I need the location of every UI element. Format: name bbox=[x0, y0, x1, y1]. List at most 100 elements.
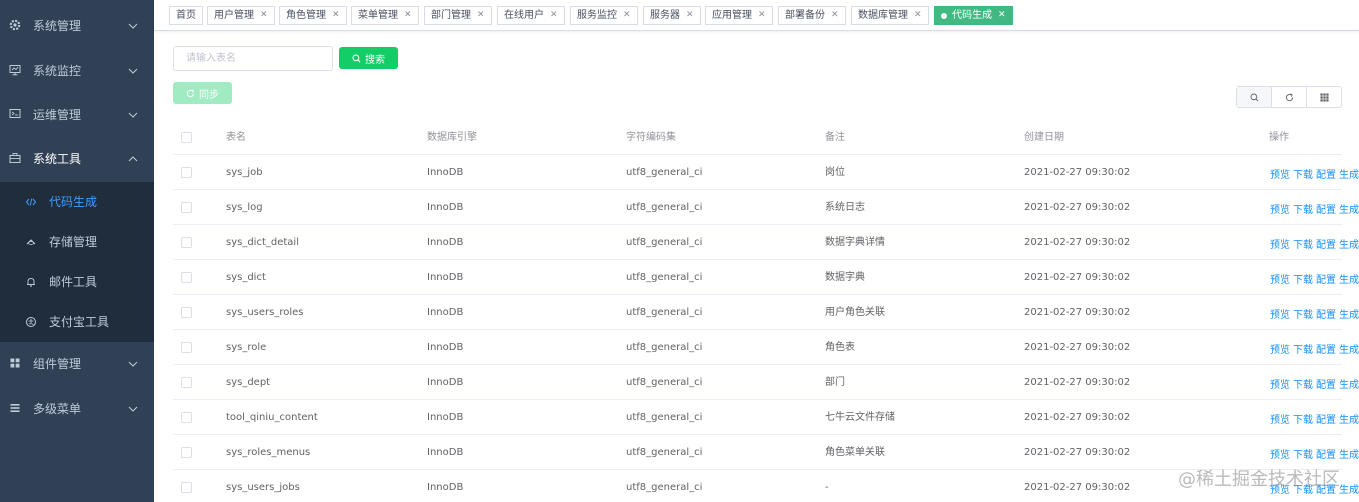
row-checkbox[interactable] bbox=[181, 447, 192, 458]
select-all-checkbox[interactable] bbox=[181, 132, 192, 143]
tag-label: 数据库管理 bbox=[858, 10, 908, 21]
configure-link[interactable]: 配置 bbox=[1316, 240, 1336, 251]
tag-online-users[interactable]: 在线用户 ✕ bbox=[497, 6, 565, 25]
close-icon[interactable]: ✕ bbox=[998, 7, 1006, 24]
search-button-label: 搜索 bbox=[365, 54, 385, 66]
columns-button[interactable] bbox=[1306, 87, 1341, 107]
download-link[interactable]: 下载 bbox=[1293, 380, 1313, 391]
close-icon[interactable]: ✕ bbox=[758, 7, 766, 24]
sidebar-item-component-management[interactable]: 组件管理 bbox=[0, 342, 154, 386]
preview-link[interactable]: 预览 bbox=[1270, 205, 1290, 216]
close-icon[interactable]: ✕ bbox=[623, 7, 631, 24]
tag-role-management[interactable]: 角色管理 ✕ bbox=[279, 6, 347, 25]
row-checkbox[interactable] bbox=[181, 167, 192, 178]
sidebar-item-label: 代码生成 bbox=[49, 195, 98, 209]
configure-link[interactable]: 配置 bbox=[1316, 380, 1336, 391]
preview-link[interactable]: 预览 bbox=[1270, 275, 1290, 286]
sidebar-item-system-management[interactable]: 系统管理 bbox=[0, 4, 154, 48]
sidebar-item-system-monitor[interactable]: 系统监控 bbox=[0, 49, 154, 93]
tag-label: 部署备份 bbox=[785, 10, 825, 21]
sidebar-item-ops-management[interactable]: 运维管理 bbox=[0, 93, 154, 137]
sidebar-item-multi-level-menu[interactable]: 多级菜单 bbox=[0, 387, 154, 431]
configure-link[interactable]: 配置 bbox=[1316, 310, 1336, 321]
toggle-search-button[interactable] bbox=[1237, 87, 1271, 107]
download-link[interactable]: 下载 bbox=[1293, 170, 1313, 181]
preview-link[interactable]: 预览 bbox=[1270, 345, 1290, 356]
tag-server[interactable]: 服务器 ✕ bbox=[643, 6, 701, 25]
row-checkbox[interactable] bbox=[181, 272, 192, 283]
sync-button[interactable]: 同步 bbox=[173, 82, 232, 104]
download-link[interactable]: 下载 bbox=[1293, 415, 1313, 426]
table-row: sys_dict InnoDB utf8_general_ci 数据字典 2021-02… bbox=[173, 260, 1359, 295]
close-icon[interactable]: ✕ bbox=[260, 7, 268, 24]
sidebar-item-code-generation[interactable]: 代码生成 bbox=[0, 182, 154, 222]
download-link[interactable]: 下载 bbox=[1293, 345, 1313, 356]
download-link[interactable]: 下载 bbox=[1293, 310, 1313, 321]
refresh-button[interactable] bbox=[1271, 87, 1306, 107]
table-name-search-input[interactable] bbox=[173, 46, 333, 71]
generate-link[interactable]: 生成 bbox=[1339, 485, 1359, 496]
sidebar-item-mail-tool[interactable]: 邮件工具 bbox=[0, 262, 154, 302]
download-link[interactable]: 下载 bbox=[1293, 275, 1313, 286]
preview-link[interactable]: 预览 bbox=[1270, 450, 1290, 461]
tag-deploy-backup[interactable]: 部署备份 ✕ bbox=[778, 6, 846, 25]
preview-link[interactable]: 预览 bbox=[1270, 380, 1290, 391]
generate-link[interactable]: 生成 bbox=[1339, 310, 1359, 321]
generate-link[interactable]: 生成 bbox=[1339, 240, 1359, 251]
search-button[interactable]: 搜索 bbox=[339, 47, 398, 69]
preview-link[interactable]: 预览 bbox=[1270, 170, 1290, 181]
row-checkbox[interactable] bbox=[181, 307, 192, 318]
app: 系统管理 系统监控 运维管理 系统工具 代码生成 存储管理 邮件工具 支付宝工具… bbox=[0, 0, 1359, 502]
download-link[interactable]: 下载 bbox=[1293, 450, 1313, 461]
row-checkbox[interactable] bbox=[181, 342, 192, 353]
close-icon[interactable]: ✕ bbox=[831, 7, 839, 24]
close-icon[interactable]: ✕ bbox=[686, 7, 694, 24]
tag-user-management[interactable]: 用户管理 ✕ bbox=[207, 6, 275, 25]
tag-home[interactable]: 首页 bbox=[169, 6, 203, 25]
close-icon[interactable]: ✕ bbox=[404, 7, 412, 24]
download-link[interactable]: 下载 bbox=[1293, 205, 1313, 216]
tag-label: 服务监控 bbox=[577, 10, 617, 21]
tag-label: 服务器 bbox=[650, 10, 680, 21]
close-icon[interactable]: ✕ bbox=[332, 7, 340, 24]
generate-link[interactable]: 生成 bbox=[1339, 450, 1359, 461]
close-icon[interactable]: ✕ bbox=[550, 7, 558, 24]
generate-link[interactable]: 生成 bbox=[1339, 205, 1359, 216]
row-checkbox[interactable] bbox=[181, 377, 192, 388]
cell-charset: utf8_general_ci bbox=[626, 202, 703, 213]
preview-link[interactable]: 预览 bbox=[1270, 310, 1290, 321]
sidebar-item-label: 多级菜单 bbox=[33, 402, 82, 416]
row-checkbox[interactable] bbox=[181, 237, 192, 248]
tag-app-management[interactable]: 应用管理 ✕ bbox=[705, 6, 773, 25]
sidebar-item-system-tools[interactable]: 系统工具 bbox=[0, 137, 154, 181]
row-checkbox[interactable] bbox=[181, 202, 192, 213]
generate-link[interactable]: 生成 bbox=[1339, 380, 1359, 391]
generate-link[interactable]: 生成 bbox=[1339, 275, 1359, 286]
configure-link[interactable]: 配置 bbox=[1316, 170, 1336, 181]
sidebar-item-alipay-tool[interactable]: 支付宝工具 bbox=[0, 302, 154, 342]
tag-code-generation[interactable]: 代码生成 ✕ bbox=[934, 6, 1013, 25]
system-tools-submenu: 代码生成 存储管理 邮件工具 支付宝工具 bbox=[0, 182, 154, 342]
column-header-create-date: 创建日期 bbox=[1024, 132, 1064, 143]
row-checkbox[interactable] bbox=[181, 412, 192, 423]
preview-link[interactable]: 预览 bbox=[1270, 415, 1290, 426]
close-icon[interactable]: ✕ bbox=[914, 7, 922, 24]
tag-menu-management[interactable]: 菜单管理 ✕ bbox=[351, 6, 419, 25]
cell-engine: InnoDB bbox=[427, 167, 464, 178]
row-checkbox[interactable] bbox=[181, 482, 192, 493]
tag-service-monitor[interactable]: 服务监控 ✕ bbox=[570, 6, 638, 25]
generate-link[interactable]: 生成 bbox=[1339, 415, 1359, 426]
tag-dept-management[interactable]: 部门管理 ✕ bbox=[424, 6, 492, 25]
configure-link[interactable]: 配置 bbox=[1316, 450, 1336, 461]
close-icon[interactable]: ✕ bbox=[477, 7, 485, 24]
configure-link[interactable]: 配置 bbox=[1316, 275, 1336, 286]
download-link[interactable]: 下载 bbox=[1293, 240, 1313, 251]
configure-link[interactable]: 配置 bbox=[1316, 205, 1336, 216]
configure-link[interactable]: 配置 bbox=[1316, 415, 1336, 426]
preview-link[interactable]: 预览 bbox=[1270, 240, 1290, 251]
generate-link[interactable]: 生成 bbox=[1339, 345, 1359, 356]
tag-database-management[interactable]: 数据库管理 ✕ bbox=[851, 6, 929, 25]
sidebar-item-storage-management[interactable]: 存储管理 bbox=[0, 222, 154, 262]
generate-link[interactable]: 生成 bbox=[1339, 170, 1359, 181]
configure-link[interactable]: 配置 bbox=[1316, 345, 1336, 356]
